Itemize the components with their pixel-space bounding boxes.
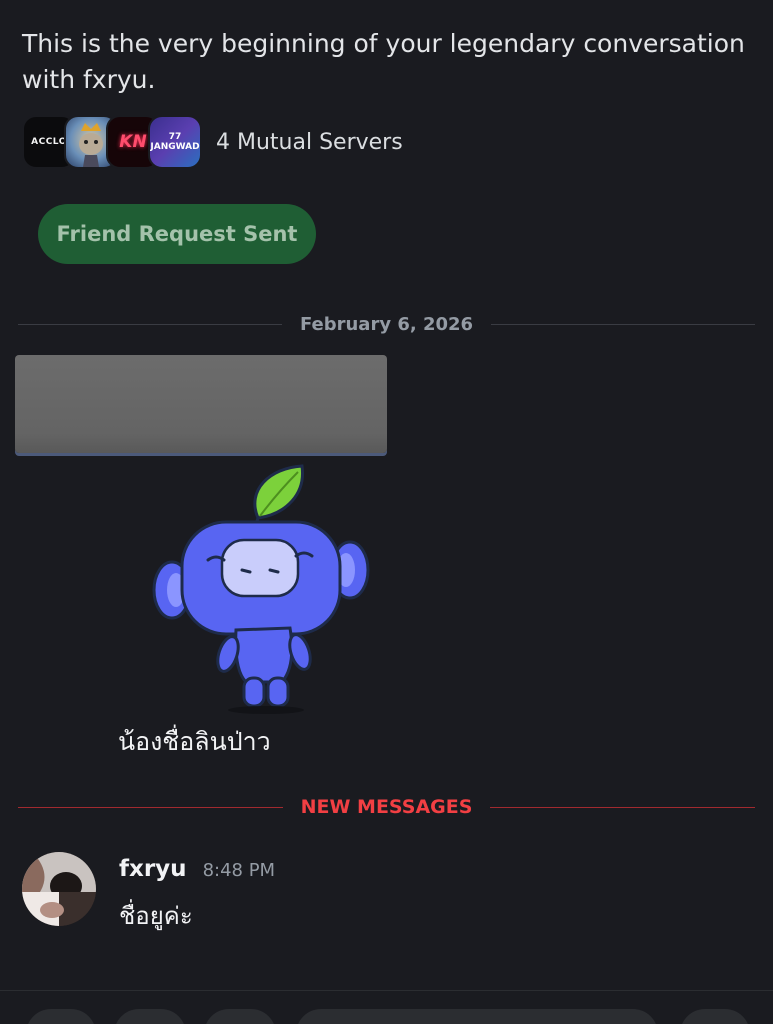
message-text: ชื่อยูค่ะ <box>119 902 193 930</box>
server-icon-77-jangwad[interactable]: 77 JANGWAD <box>148 115 202 169</box>
new-messages-divider: NEW MESSAGES <box>18 792 756 822</box>
message-username[interactable]: fxryu <box>119 856 187 882</box>
new-messages-label: NEW MESSAGES <box>300 796 473 818</box>
server-icon-acclo-label: ACCLO <box>31 137 67 147</box>
composer-action-button[interactable] <box>26 1009 96 1024</box>
server-icon-kn-label: KN <box>119 132 147 152</box>
dm-channel-view: This is the very beginning of your legen… <box>0 0 773 1024</box>
sticker-caption: น้องชื่อลินป่าว <box>118 727 271 756</box>
divider-line <box>491 323 756 325</box>
composer-action-button[interactable] <box>204 1009 276 1024</box>
user-avatar-image <box>22 852 96 926</box>
wumpus-sticker[interactable] <box>150 460 375 715</box>
friend-request-sent-button[interactable]: Friend Request Sent <box>38 204 316 264</box>
redacted-message-block <box>15 355 387 453</box>
message-input[interactable] <box>296 1009 658 1024</box>
date-divider: February 6, 2026 <box>18 309 756 339</box>
mutual-server-icons[interactable]: ACCLO KN 77 JANGWAD <box>22 115 202 169</box>
server-icon-77-jangwad-label: 77 JANGWAD <box>150 132 200 152</box>
wumpus-sticker-image <box>152 464 370 714</box>
divider-line <box>18 323 282 325</box>
message-item[interactable]: fxryu 8:48 PM ชื่อยูค่ะ <box>22 852 762 932</box>
message-header: fxryu 8:48 PM <box>119 856 275 882</box>
divider-line <box>18 806 283 808</box>
mutual-servers-label[interactable]: 4 Mutual Servers <box>216 130 403 155</box>
composer-bar <box>0 990 773 1024</box>
divider-line <box>490 806 756 808</box>
composer-action-button[interactable] <box>680 1009 750 1024</box>
date-divider-label: February 6, 2026 <box>299 313 474 335</box>
composer-action-button[interactable] <box>114 1009 186 1024</box>
mutual-servers[interactable]: ACCLO KN 77 JANGWAD 4 Mutual Servers <box>22 114 403 170</box>
dm-intro-text: This is the very beginning of your legen… <box>22 29 745 94</box>
avatar[interactable] <box>22 852 96 926</box>
message-timestamp: 8:48 PM <box>202 860 276 881</box>
